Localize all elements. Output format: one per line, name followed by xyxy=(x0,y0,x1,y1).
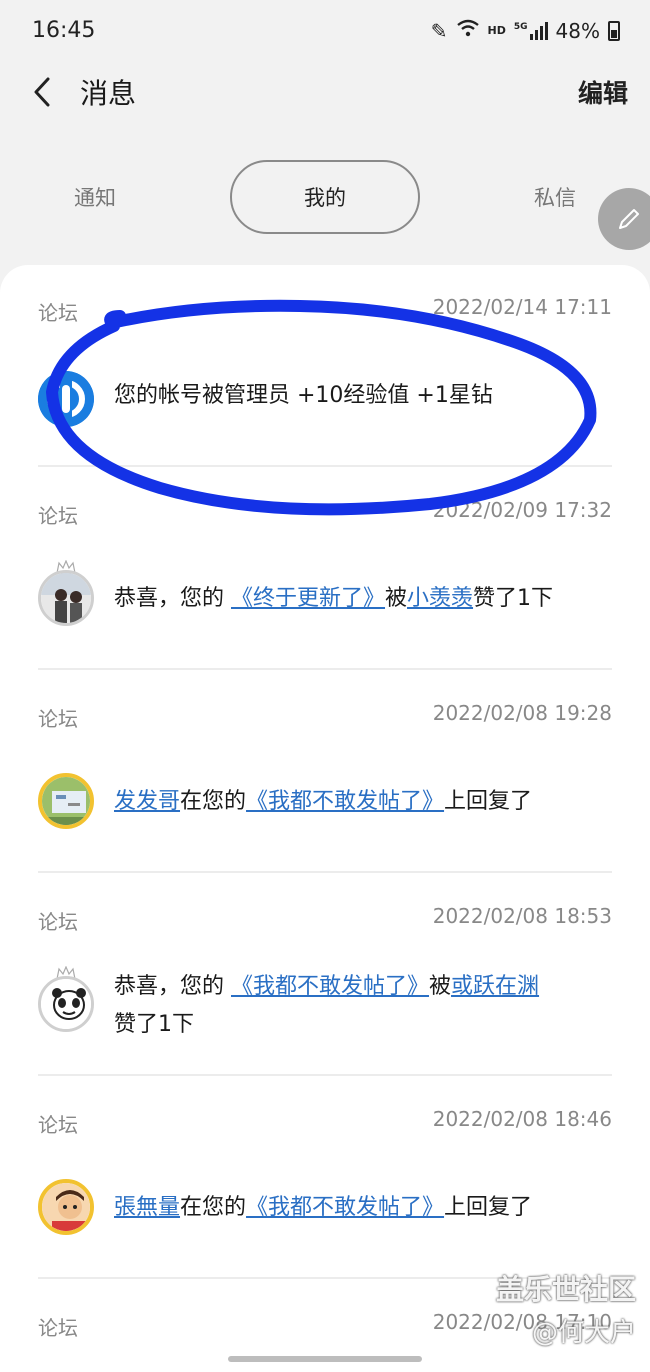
message-list: 论坛 2022/02/14 17:11 您的帐号被管理员 +10经验值 +1星钻… xyxy=(0,265,650,1372)
divider xyxy=(38,465,612,467)
compose-button[interactable] xyxy=(598,188,650,250)
tab-private-messages[interactable]: 私信 xyxy=(500,160,610,234)
message-source: 论坛 xyxy=(38,504,78,528)
post-link[interactable]: 《我都不敢发帖了》 xyxy=(246,1195,444,1220)
status-icons: ✎ HD 5G 48% xyxy=(431,18,620,43)
signal-icon: 5G xyxy=(514,21,548,40)
pen-icon: ✎ xyxy=(430,18,448,43)
chevron-left-icon xyxy=(34,77,50,107)
watermark-author: @何大户 xyxy=(531,1318,636,1348)
post-link[interactable]: 《我都不敢发帖了》 xyxy=(246,789,444,814)
header: 消息 编辑 xyxy=(0,62,650,122)
list-item[interactable]: 论坛 2022/02/14 17:11 您的帐号被管理员 +10经验值 +1星钻 xyxy=(38,265,612,468)
post-link[interactable]: 《我都不敢发帖了》 xyxy=(231,974,429,999)
message-time: 2022/02/14 17:11 xyxy=(432,295,612,319)
list-item[interactable]: 论坛 2022/02/08 19:28 发发哥在您的《我都不敢发帖了》上回复了 xyxy=(38,671,612,874)
message-source: 论坛 xyxy=(38,707,78,731)
list-item[interactable]: 论坛 2022/02/08 18:53 恭喜，您的 《我都不敢发帖了》被或跃在渊… xyxy=(38,874,612,1077)
message-time: 2022/02/08 18:46 xyxy=(432,1107,612,1131)
divider xyxy=(38,1074,612,1076)
message-text: 发发哥在您的《我都不敢发帖了》上回复了 xyxy=(114,789,533,814)
message-text: 恭喜，您的 《终于更新了》被小羡羡赞了1下 xyxy=(114,586,554,611)
list-item[interactable]: 论坛 2022/02/09 17:32 恭喜，您的 《终于更新了》被小羡羡赞了1… xyxy=(38,468,612,671)
message-source: 论坛 xyxy=(38,301,78,325)
page-title: 消息 xyxy=(80,77,137,110)
status-time: 16:45 xyxy=(32,18,96,43)
avatar[interactable] xyxy=(38,371,94,427)
message-time: 2022/02/08 18:53 xyxy=(432,904,612,928)
post-link[interactable]: 《终于更新了》 xyxy=(231,586,385,611)
message-text: 恭喜，您的 《我都不敢发帖了》被或跃在渊 赞了1下 xyxy=(114,974,540,1037)
user-link[interactable]: 或跃在渊 xyxy=(451,974,539,999)
edit-button[interactable]: 编辑 xyxy=(578,74,628,110)
avatar[interactable] xyxy=(38,570,94,626)
message-time: 2022/02/09 17:32 xyxy=(432,498,612,522)
watermark-title: 盖乐世社区 xyxy=(495,1273,636,1306)
status-bar: 16:45 ✎ HD 5G 48% xyxy=(0,0,650,62)
home-indicator[interactable] xyxy=(228,1356,422,1362)
message-text: 您的帐号被管理员 +10经验值 +1星钻 xyxy=(114,383,493,408)
message-text: 張無量在您的《我都不敢发帖了》上回复了 xyxy=(114,1195,533,1220)
message-source: 论坛 xyxy=(38,910,78,934)
avatar[interactable] xyxy=(38,1179,94,1235)
user-link[interactable]: 張無量 xyxy=(114,1195,180,1220)
battery-icon xyxy=(608,20,620,41)
divider xyxy=(38,871,612,873)
avatar[interactable] xyxy=(38,773,94,829)
wifi-icon xyxy=(456,18,480,43)
tab-bar: 通知 我的 私信 xyxy=(0,160,650,234)
hd-label: HD xyxy=(487,24,506,37)
message-source: 论坛 xyxy=(38,1316,78,1340)
user-link[interactable]: 小羡羡 xyxy=(407,586,473,611)
battery-percent: 48% xyxy=(555,18,600,43)
user-link[interactable]: 发发哥 xyxy=(114,789,180,814)
message-source: 论坛 xyxy=(38,1113,78,1137)
list-item[interactable]: 论坛 2022/02/08 18:46 張無量在您的《我都不敢发帖了》上回复了 xyxy=(38,1077,612,1280)
tab-notifications[interactable]: 通知 xyxy=(40,160,150,234)
divider xyxy=(38,668,612,670)
back-button[interactable] xyxy=(22,68,62,116)
message-time: 2022/02/08 19:28 xyxy=(432,701,612,725)
tab-mine[interactable]: 我的 xyxy=(230,160,420,234)
pencil-icon xyxy=(619,209,639,229)
avatar[interactable] xyxy=(38,976,94,1032)
